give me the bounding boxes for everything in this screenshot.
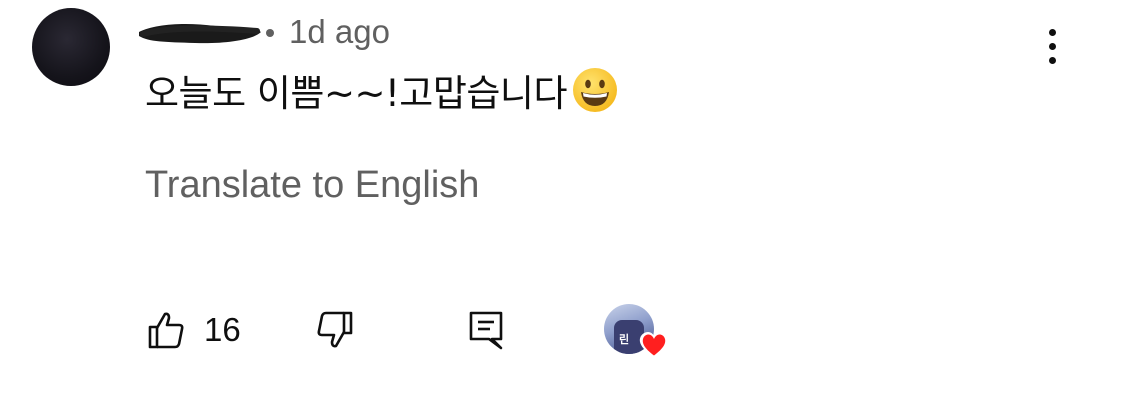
grinning-face-emoji <box>573 68 617 112</box>
heart-icon <box>639 332 669 358</box>
more-options-button[interactable] <box>1032 20 1072 72</box>
commenter-avatar[interactable] <box>32 8 110 86</box>
thumbs-down-icon <box>317 311 353 348</box>
creator-jersey-text: 린 <box>619 333 630 346</box>
comment-timestamp: 1d ago <box>289 13 390 50</box>
more-vertical-icon <box>1048 28 1056 36</box>
comment-body: 오늘도 이쁨~~!고맙습니다 <box>145 62 619 118</box>
comment-text: 오늘도 이쁨~~!고맙습니다 <box>145 72 568 115</box>
like-count: 16 <box>204 311 241 348</box>
dislike-button[interactable] <box>315 310 355 350</box>
creator-heart-badge: 린 <box>604 304 670 362</box>
reply-button[interactable] <box>468 310 504 350</box>
thumbs-up-icon <box>148 312 184 349</box>
redacted-username <box>139 24 261 44</box>
like-button[interactable]: 16 <box>146 310 241 350</box>
translate-link[interactable]: Translate to English <box>145 162 479 208</box>
comment-icon <box>469 311 503 350</box>
separator-dot <box>266 29 274 37</box>
